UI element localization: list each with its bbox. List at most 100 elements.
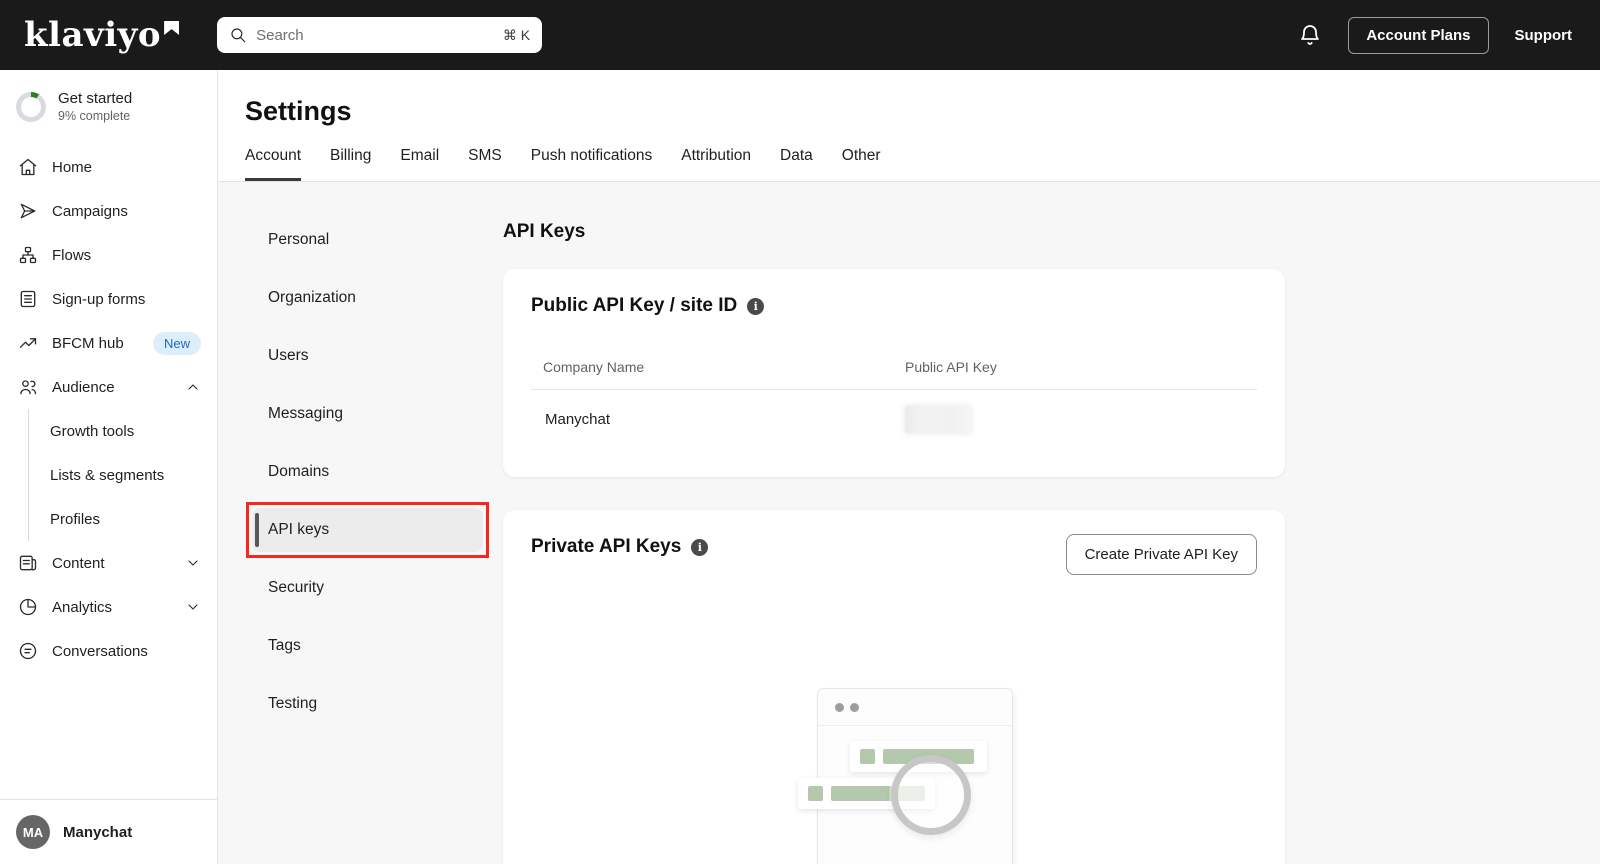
conversations-icon (18, 641, 38, 661)
progress-ring (16, 92, 46, 122)
sidebar-item-label: Audience (52, 379, 115, 396)
public-card-title: Public API Key / site ID (531, 295, 737, 317)
sidebar-item-label: Analytics (52, 599, 112, 616)
chevron-up-icon[interactable] (185, 379, 201, 395)
get-started-title: Get started (58, 90, 132, 107)
people-icon (18, 377, 38, 397)
public-api-key-card: Public API Key / site ID i Company Name … (503, 269, 1285, 477)
get-started-widget[interactable]: Get started 9% complete (0, 70, 217, 137)
get-started-progress: 9% complete (58, 109, 132, 123)
support-link[interactable]: Support (1515, 27, 1573, 44)
tab-push-notifications[interactable]: Push notifications (531, 147, 653, 181)
search-icon (229, 26, 247, 44)
private-card-title: Private API Keys (531, 536, 681, 558)
settings-body: Personal Organization Users Messaging Do… (218, 182, 1600, 864)
settings-subnav: Personal Organization Users Messaging Do… (218, 218, 503, 864)
subnav-item-security[interactable]: Security (252, 566, 483, 610)
audience-subgroup: Growth tools Lists & segments Profiles (28, 409, 217, 541)
search-shortcut: ⌘ K (503, 27, 530, 44)
subnav-item-organization[interactable]: Organization (252, 276, 483, 320)
magnifying-glass-graphic (891, 755, 971, 835)
sidebar-item-label: Flows (52, 247, 91, 264)
empty-state-illustration (531, 688, 1257, 864)
sidebar-item-signup-forms[interactable]: Sign-up forms (0, 277, 217, 321)
sidebar-item-label: Home (52, 159, 92, 176)
sidebar-item-audience[interactable]: Audience (0, 365, 217, 409)
sidebar-item-profiles[interactable]: Profiles (29, 497, 217, 541)
form-icon (18, 289, 38, 309)
sidebar-item-label: Campaigns (52, 203, 128, 220)
sidebar-item-label: Profiles (50, 511, 100, 528)
info-icon[interactable]: i (691, 539, 708, 556)
sidebar: Get started 9% complete Home Campaigns (0, 70, 218, 864)
sidebar-item-label: Growth tools (50, 423, 134, 440)
api-keys-content: API Keys Public API Key / site ID i Comp… (503, 218, 1285, 864)
page-title: Settings (245, 96, 1600, 127)
subnav-item-tags[interactable]: Tags (252, 624, 483, 668)
content-heading: API Keys (503, 221, 1285, 243)
chevron-down-icon[interactable] (185, 599, 201, 615)
klaviyo-flag-icon (164, 21, 179, 35)
home-icon (18, 157, 38, 177)
create-private-api-key-button[interactable]: Create Private API Key (1066, 534, 1257, 575)
selected-indicator-bar (255, 513, 259, 547)
sidebar-item-campaigns[interactable]: Campaigns (0, 189, 217, 233)
sidebar-item-home[interactable]: Home (0, 145, 217, 189)
topbar-right: Account Plans Support (1298, 17, 1572, 54)
topbar: klaviyo ⌘ K Account Plans Support (0, 0, 1600, 70)
column-header-public-api-key: Public API Key (905, 359, 997, 375)
public-api-key-redacted (905, 406, 971, 433)
sidebar-item-label: Conversations (52, 643, 148, 660)
settings-tabs: Account Billing Email SMS Push notificat… (245, 147, 1600, 181)
tab-email[interactable]: Email (400, 147, 439, 181)
subnav-item-api-keys[interactable]: API keys (252, 508, 483, 552)
subnav-item-personal[interactable]: Personal (252, 218, 483, 262)
window-dot (835, 703, 844, 712)
search-input[interactable] (256, 27, 494, 44)
info-icon[interactable]: i (747, 298, 764, 315)
sidebar-item-analytics[interactable]: Analytics (0, 585, 217, 629)
settings-header: Settings Account Billing Email SMS Push … (218, 70, 1600, 182)
sidebar-item-bfcm-hub[interactable]: BFCM hub New (0, 321, 217, 365)
sidebar-item-content[interactable]: Content (0, 541, 217, 585)
send-icon (18, 201, 38, 221)
content-icon (18, 553, 38, 573)
avatar: MA (16, 815, 50, 849)
trending-up-icon (18, 333, 38, 353)
tab-other[interactable]: Other (842, 147, 881, 181)
subnav-item-messaging[interactable]: Messaging (252, 392, 483, 436)
private-api-keys-card: Private API Keys i Create Private API Ke… (503, 510, 1285, 864)
tab-sms[interactable]: SMS (468, 147, 502, 181)
company-name-cell: Manychat (545, 411, 905, 428)
sidebar-item-growth-tools[interactable]: Growth tools (29, 409, 217, 453)
sidebar-item-label: BFCM hub (52, 335, 124, 352)
window-dot (850, 703, 859, 712)
tab-account[interactable]: Account (245, 147, 301, 181)
subnav-item-domains[interactable]: Domains (252, 450, 483, 494)
sidebar-item-conversations[interactable]: Conversations (0, 629, 217, 673)
sidebar-item-label: Lists & segments (50, 467, 164, 484)
analytics-icon (18, 597, 38, 617)
public-api-key-table: Company Name Public API Key Manychat (531, 359, 1257, 447)
chevron-down-icon[interactable] (185, 555, 201, 571)
sidebar-nav: Home Campaigns Flows (0, 145, 217, 673)
subnav-item-users[interactable]: Users (252, 334, 483, 378)
tab-billing[interactable]: Billing (330, 147, 371, 181)
klaviyo-logo[interactable]: klaviyo (24, 18, 179, 52)
flows-icon (18, 245, 38, 265)
sidebar-item-label: Content (52, 555, 105, 572)
main-area: Settings Account Billing Email SMS Push … (218, 70, 1600, 864)
subnav-item-testing[interactable]: Testing (252, 682, 483, 726)
sidebar-item-flows[interactable]: Flows (0, 233, 217, 277)
klaviyo-logo-text: klaviyo (24, 18, 161, 52)
account-name: Manychat (63, 824, 132, 841)
sidebar-item-lists-segments[interactable]: Lists & segments (29, 453, 217, 497)
account-switcher[interactable]: MA Manychat (0, 799, 217, 864)
notifications-bell-icon[interactable] (1298, 23, 1322, 47)
tab-attribution[interactable]: Attribution (681, 147, 751, 181)
column-header-company-name: Company Name (543, 359, 905, 375)
search-box[interactable]: ⌘ K (217, 17, 542, 53)
tab-data[interactable]: Data (780, 147, 813, 181)
subnav-item-label: API keys (268, 521, 329, 538)
account-plans-button[interactable]: Account Plans (1348, 17, 1488, 54)
